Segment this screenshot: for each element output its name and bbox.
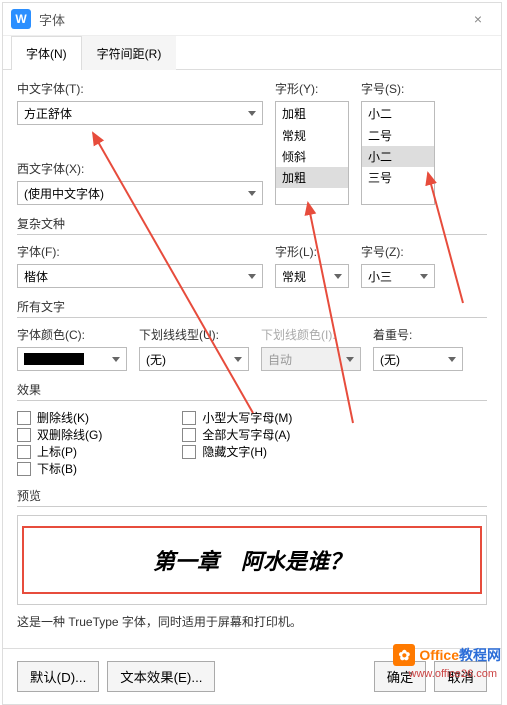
style-label: 字形(Y): — [275, 80, 349, 97]
checkbox-superscript[interactable]: 上标(P) — [17, 443, 102, 460]
underline-type-value: (无) — [146, 351, 166, 368]
chevron-down-icon — [112, 357, 120, 362]
size-label: 字号(S): — [361, 80, 435, 97]
checkbox-hidden[interactable]: 隐藏文字(H) — [182, 443, 292, 460]
chevron-down-icon — [420, 274, 428, 279]
complex-style-combo[interactable]: 常规 — [275, 264, 349, 288]
chevron-down-icon — [448, 357, 456, 362]
close-button[interactable]: × — [463, 9, 493, 29]
complex-font-label: 字体(F): — [17, 243, 263, 260]
style-listbox[interactable]: 常规 倾斜 加粗 — [275, 125, 349, 205]
complex-font-combo[interactable]: 楷体 — [17, 264, 263, 288]
style-value: 加粗 — [282, 105, 306, 122]
watermark: ✿ Office教程网 — [393, 644, 501, 666]
font-color-combo[interactable] — [17, 347, 127, 371]
style-input[interactable]: 加粗 — [275, 101, 349, 125]
chevron-down-icon — [334, 274, 342, 279]
chevron-down-icon — [248, 274, 256, 279]
underline-type-combo[interactable]: (无) — [139, 347, 249, 371]
font-color-label: 字体颜色(C): — [17, 326, 127, 343]
checkbox-double-strike[interactable]: 双删除线(G) — [17, 426, 102, 443]
list-item[interactable]: 常规 — [276, 125, 348, 146]
western-font-value: (使用中文字体) — [24, 185, 104, 202]
titlebar: W 字体 × — [3, 3, 501, 36]
text-effect-button[interactable]: 文本效果(E)... — [107, 661, 215, 692]
western-font-combo[interactable]: (使用中文字体) — [17, 181, 263, 205]
list-item[interactable]: 小二 — [362, 146, 434, 167]
chinese-font-value: 方正舒体 — [24, 105, 72, 122]
effects-header: 效果 — [17, 381, 487, 401]
chinese-font-label: 中文字体(T): — [17, 80, 263, 97]
preview-panel: 第一章 阿水是谁？ — [17, 515, 487, 605]
watermark-icon: ✿ — [393, 644, 415, 666]
complex-header: 复杂文种 — [17, 215, 487, 235]
checkbox-strikethrough[interactable]: 删除线(K) — [17, 409, 102, 426]
chinese-font-combo[interactable]: 方正舒体 — [17, 101, 263, 125]
watermark-text: Office教程网 — [419, 645, 501, 665]
tab-spacing[interactable]: 字符间距(R) — [82, 36, 177, 70]
emphasis-value: (无) — [380, 351, 400, 368]
chevron-down-icon — [346, 357, 354, 362]
underline-color-label: 下划线颜色(I): — [261, 326, 361, 343]
preview-text: 第一章 阿水是谁？ — [22, 526, 482, 594]
watermark-url: www.office26.com — [409, 668, 497, 680]
underline-type-label: 下划线线型(U): — [139, 326, 249, 343]
list-item[interactable]: 二号 — [362, 125, 434, 146]
complex-style-label: 字形(L): — [275, 243, 349, 260]
checkbox-subscript[interactable]: 下标(B) — [17, 460, 102, 477]
emphasis-combo[interactable]: (无) — [373, 347, 463, 371]
complex-font-value: 楷体 — [24, 268, 48, 285]
list-item[interactable]: 加粗 — [276, 167, 348, 188]
size-input[interactable]: 小二 — [361, 101, 435, 125]
tab-strip: 字体(N) 字符间距(R) — [3, 36, 501, 70]
dialog-content: 中文字体(T): 方正舒体 字形(Y): 加粗 字号(S): 小二 — [3, 70, 501, 648]
complex-style-value: 常规 — [282, 268, 306, 285]
app-icon: W — [11, 9, 31, 29]
western-font-label: 西文字体(X): — [17, 160, 263, 177]
size-value: 小二 — [368, 105, 392, 122]
underline-color-value: 自动 — [268, 351, 292, 368]
list-item[interactable]: 三号 — [362, 167, 434, 188]
font-note: 这是一种 TrueType 字体，同时适用于屏幕和打印机。 — [17, 613, 487, 630]
size-listbox[interactable]: 二号 小二 三号 — [361, 125, 435, 205]
font-dialog: W 字体 × 字体(N) 字符间距(R) 中文字体(T): 方正舒体 字形(Y)… — [2, 2, 502, 705]
underline-color-combo: 自动 — [261, 347, 361, 371]
tab-font[interactable]: 字体(N) — [11, 36, 82, 70]
checkbox-all-caps[interactable]: 全部大写字母(A) — [182, 426, 292, 443]
preview-header: 预览 — [17, 487, 487, 507]
alltext-header: 所有文字 — [17, 298, 487, 318]
dialog-title: 字体 — [39, 10, 65, 29]
chevron-down-icon — [248, 191, 256, 196]
default-button[interactable]: 默认(D)... — [17, 661, 99, 692]
emphasis-label: 着重号: — [373, 326, 463, 343]
chevron-down-icon — [234, 357, 242, 362]
complex-size-label: 字号(Z): — [361, 243, 435, 260]
checkbox-small-caps[interactable]: 小型大写字母(M) — [182, 409, 292, 426]
color-swatch — [24, 353, 84, 365]
chevron-down-icon — [248, 111, 256, 116]
complex-size-value: 小三 — [368, 268, 392, 285]
complex-size-combo[interactable]: 小三 — [361, 264, 435, 288]
list-item[interactable]: 倾斜 — [276, 146, 348, 167]
